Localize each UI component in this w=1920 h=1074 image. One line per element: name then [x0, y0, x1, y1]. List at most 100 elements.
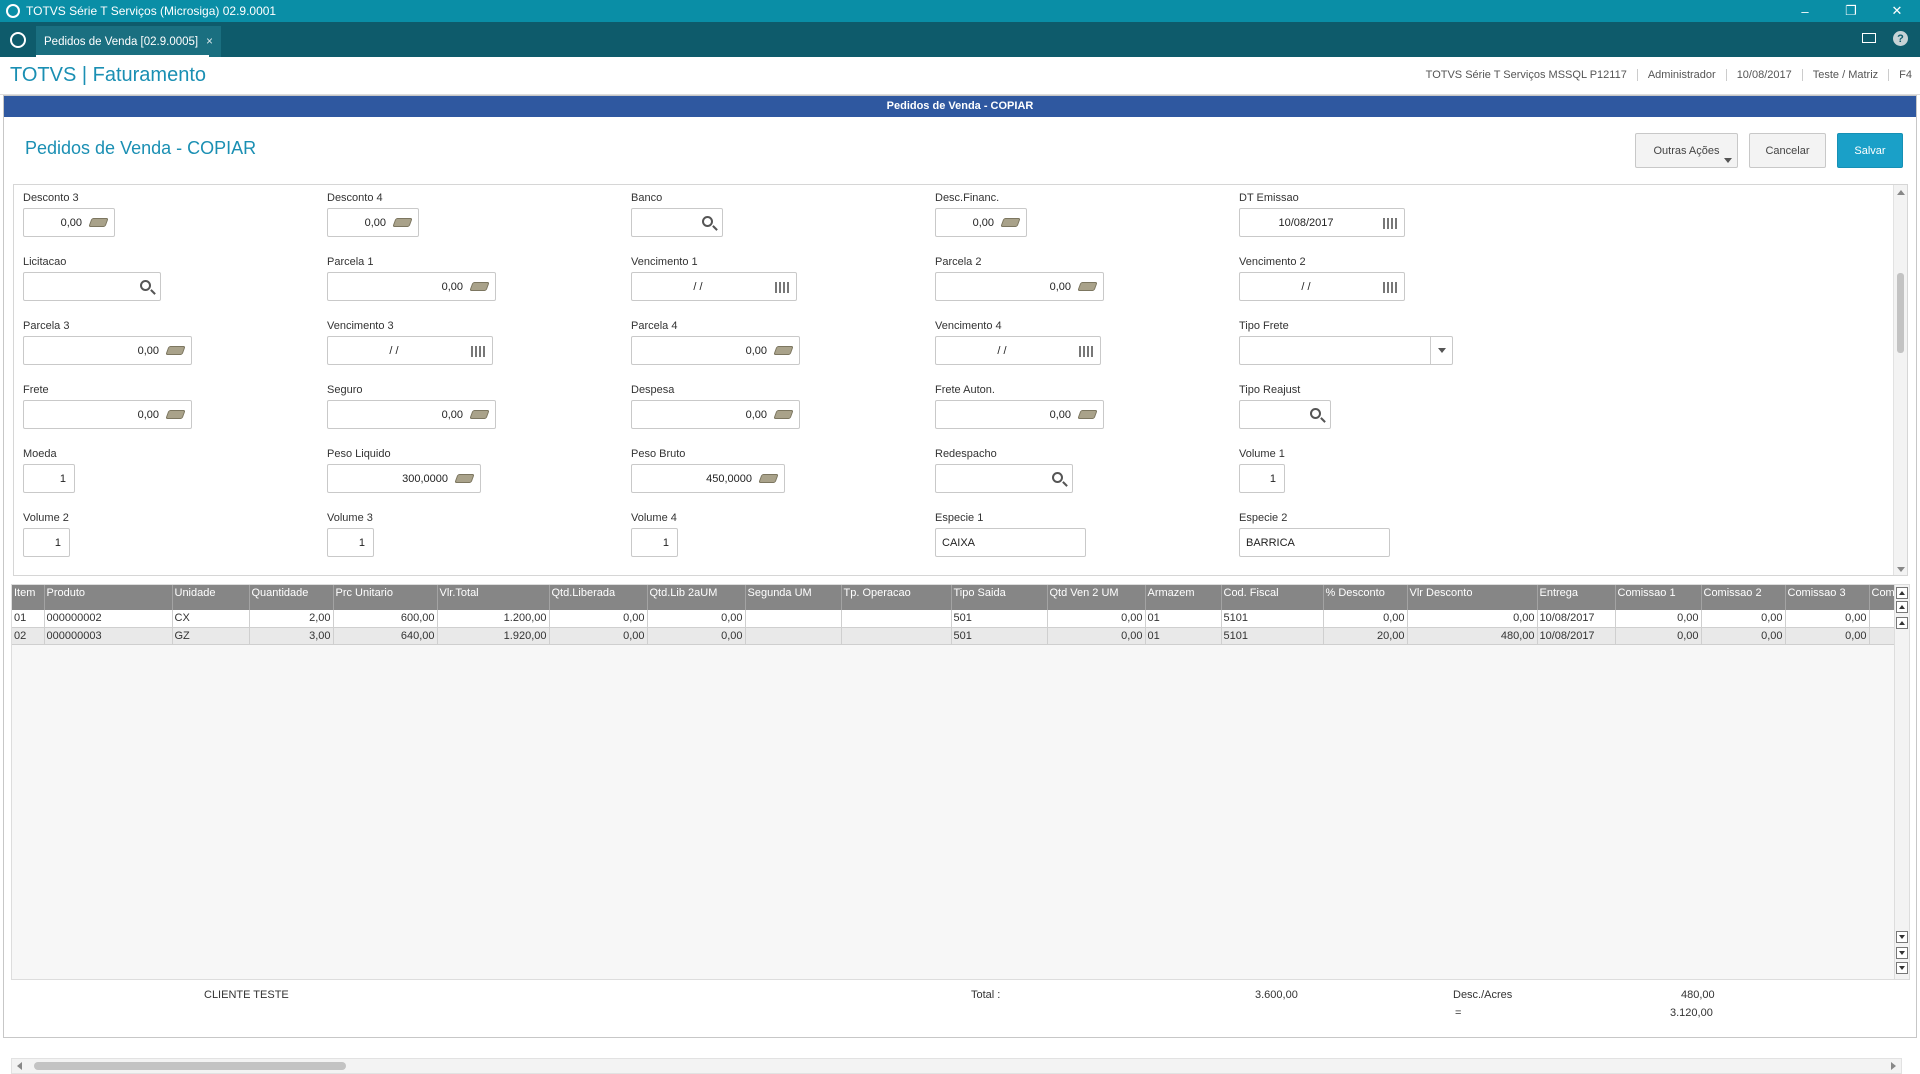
peso-bruto-input[interactable]: 450,0000 — [631, 464, 785, 493]
money-icon[interactable] — [165, 410, 186, 419]
despesa-input[interactable]: 0,00 — [631, 400, 800, 429]
column-header[interactable]: Vlr.Total — [437, 585, 550, 610]
table-cell[interactable]: 0,00 — [1785, 627, 1870, 645]
table-cell[interactable]: 01 — [1145, 610, 1222, 628]
column-header[interactable]: Vlr Desconto — [1407, 585, 1538, 610]
especie1-input[interactable]: CAIXA — [935, 528, 1086, 557]
column-header[interactable]: Entrega — [1537, 585, 1616, 610]
parcela4-input[interactable]: 0,00 — [631, 336, 800, 365]
peso-liquido-input[interactable]: 300,0000 — [327, 464, 481, 493]
restore-button[interactable]: ❐ — [1828, 0, 1874, 22]
vencimento4-input[interactable]: / / — [935, 336, 1101, 365]
table-cell[interactable]: 0,00 — [1701, 627, 1786, 645]
calendar-icon[interactable] — [1079, 346, 1093, 357]
last-record-icon[interactable] — [1896, 962, 1908, 974]
table-cell[interactable]: 0,00 — [1701, 610, 1786, 628]
page-down-icon[interactable] — [1896, 947, 1908, 959]
money-icon[interactable] — [758, 474, 779, 483]
especie2-input[interactable]: BARRICA — [1239, 528, 1390, 557]
money-icon[interactable] — [1000, 218, 1021, 227]
money-icon[interactable] — [1077, 282, 1098, 291]
column-header[interactable]: Qtd Ven 2 UM — [1047, 585, 1146, 610]
close-window-button[interactable]: ✕ — [1874, 0, 1920, 22]
money-icon[interactable] — [773, 410, 794, 419]
money-icon[interactable] — [469, 282, 490, 291]
table-cell[interactable]: 10/08/2017 — [1537, 610, 1616, 628]
column-header[interactable]: Comissao 1 — [1615, 585, 1702, 610]
volume3-input[interactable]: 1 — [327, 528, 374, 557]
table-cell[interactable]: 01 — [1145, 627, 1222, 645]
table-cell[interactable] — [745, 610, 842, 628]
tab-pedidos-de-venda[interactable]: Pedidos de Venda [02.9.0005] × — [36, 26, 221, 57]
table-cell[interactable]: 000000002 — [44, 610, 173, 628]
first-record-icon[interactable] — [1896, 587, 1908, 599]
table-cell[interactable]: 1.200,00 — [437, 610, 550, 628]
column-header[interactable]: % Desconto — [1323, 585, 1408, 610]
table-cell[interactable]: 1.920,00 — [437, 627, 550, 645]
page-up-icon[interactable] — [1896, 601, 1908, 613]
column-header[interactable]: Produto — [44, 585, 173, 610]
table-cell[interactable]: 600,00 — [333, 610, 438, 628]
table-cell[interactable] — [745, 627, 842, 645]
column-header[interactable]: Segunda UM — [745, 585, 842, 610]
scroll-thumb[interactable] — [34, 1062, 346, 1070]
dt-emissao-input[interactable]: 10/08/2017 — [1239, 208, 1405, 237]
search-icon[interactable] — [1052, 472, 1063, 483]
calendar-icon[interactable] — [471, 346, 485, 357]
calendar-icon[interactable] — [775, 282, 789, 293]
desc-financ-input[interactable]: 0,00 — [935, 208, 1027, 237]
date-label[interactable]: 10/08/2017 — [1727, 69, 1803, 81]
table-cell[interactable]: 000000003 — [44, 627, 173, 645]
column-header[interactable]: Prc Unitario — [333, 585, 438, 610]
banco-input[interactable] — [631, 208, 723, 237]
column-header[interactable]: Item — [12, 585, 45, 610]
next-record-icon[interactable] — [1896, 931, 1908, 943]
money-icon[interactable] — [773, 346, 794, 355]
vencimento1-input[interactable]: / / — [631, 272, 797, 301]
calendar-icon[interactable] — [1383, 282, 1397, 293]
search-icon[interactable] — [702, 216, 713, 227]
cancel-button[interactable]: Cancelar — [1749, 133, 1826, 168]
tipo-reajust-input[interactable] — [1239, 400, 1331, 429]
money-icon[interactable] — [165, 346, 186, 355]
outras-acoes-button[interactable]: Outras Ações — [1635, 133, 1738, 168]
grid-horizontal-scrollbar[interactable] — [11, 1058, 1902, 1074]
search-icon[interactable] — [1310, 408, 1321, 419]
money-icon[interactable] — [88, 218, 109, 227]
table-cell[interactable] — [841, 610, 952, 628]
chevron-down-icon[interactable] — [1430, 337, 1452, 364]
tab-close-icon[interactable]: × — [206, 36, 213, 48]
vencimento3-input[interactable]: / / — [327, 336, 493, 365]
home-icon[interactable] — [10, 32, 26, 48]
column-header[interactable]: Comissao 2 — [1701, 585, 1786, 610]
calendar-icon[interactable] — [1383, 218, 1397, 229]
money-icon[interactable] — [1077, 410, 1098, 419]
money-icon[interactable] — [454, 474, 475, 483]
table-cell[interactable]: 0,00 — [1785, 610, 1870, 628]
column-header[interactable]: Qtd.Lib 2aUM — [647, 585, 746, 610]
volume2-input[interactable]: 1 — [23, 528, 70, 557]
table-cell[interactable]: 10/08/2017 — [1537, 627, 1616, 645]
desconto3-input[interactable]: 0,00 — [23, 208, 115, 237]
column-header[interactable]: Cod. Fiscal — [1221, 585, 1324, 610]
table-cell[interactable]: 0,00 — [647, 610, 746, 628]
frete-input[interactable]: 0,00 — [23, 400, 192, 429]
parcela2-input[interactable]: 0,00 — [935, 272, 1104, 301]
help-icon[interactable]: ? — [1893, 31, 1908, 46]
parcela3-input[interactable]: 0,00 — [23, 336, 192, 365]
previous-record-icon[interactable] — [1896, 617, 1908, 629]
table-cell[interactable]: 0,00 — [647, 627, 746, 645]
scroll-left-icon[interactable] — [17, 1062, 22, 1070]
money-icon[interactable] — [392, 218, 413, 227]
licitacao-input[interactable] — [23, 272, 161, 301]
table-cell[interactable]: 0,00 — [1323, 610, 1408, 628]
table-cell[interactable]: 480,00 — [1407, 627, 1538, 645]
save-button[interactable]: Salvar — [1837, 133, 1903, 168]
column-header[interactable]: Tp. Operacao — [841, 585, 952, 610]
form-vertical-scrollbar[interactable] — [1893, 185, 1907, 575]
table-cell[interactable]: 02 — [12, 627, 45, 645]
money-icon[interactable] — [469, 410, 490, 419]
table-cell[interactable]: 0,00 — [1615, 627, 1702, 645]
table-cell[interactable]: 0,00 — [1047, 627, 1146, 645]
moeda-input[interactable]: 1 — [23, 464, 75, 493]
